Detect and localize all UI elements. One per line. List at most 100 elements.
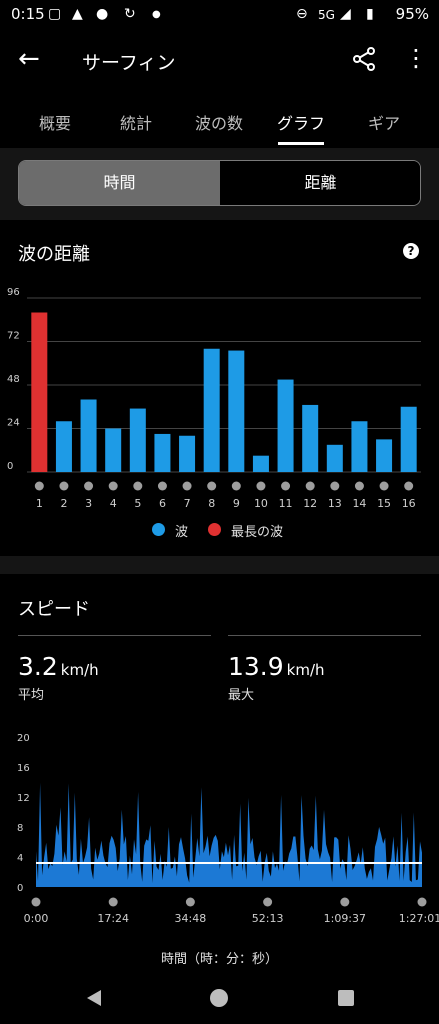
wave-xtick-label: 4 — [110, 497, 117, 510]
wave-distance-chart: 0244872961 2 3 4 5 6 7 8 9 10 11 12 13 14 15 16 — [7, 287, 421, 510]
battery-percent: 95% — [395, 5, 429, 23]
speed-ytick-label: 4 — [17, 853, 23, 864]
gallery-icon: ▢ — [48, 6, 62, 22]
share-icon[interactable] — [351, 46, 377, 76]
speed-ytick-label: 20 — [17, 733, 30, 744]
wave-bar — [203, 348, 220, 472]
speed-chart: 0 4 8 12 16 20 0:00 17:24 34:48 52:13 1:09:37 1:27:… — [17, 733, 439, 925]
segment-distance-button[interactable]: 距離 — [220, 161, 420, 205]
wave-bar — [351, 421, 368, 472]
status-time: 0:15 — [11, 5, 45, 23]
wave-xtick-label: 3 — [85, 497, 92, 510]
avg-speed-label: 平均 — [18, 688, 45, 703]
wave-bar — [326, 444, 343, 472]
legend-longest-label: 最長の波 — [231, 525, 284, 540]
speed-ytick-label: 8 — [17, 823, 23, 834]
wave-bar — [277, 379, 294, 472]
wave-bar — [55, 421, 72, 472]
wave-x-dot — [34, 481, 44, 491]
speed-ytick-label: 16 — [17, 763, 30, 774]
speed-xtick-label: 52:13 — [252, 912, 284, 925]
wave-x-dot — [354, 481, 364, 491]
wave-bar — [80, 399, 97, 472]
tab-overview[interactable]: 概要 — [39, 110, 71, 134]
wave-bar — [400, 406, 417, 472]
speed-xtick-label: 17:24 — [97, 912, 129, 925]
speed-x-dot — [263, 897, 273, 907]
speed-x-dot — [31, 897, 41, 907]
system-nav-bar — [0, 970, 439, 1024]
avg-speed-number: 3.2 — [18, 652, 58, 681]
wave-ytick-label: 24 — [7, 418, 20, 429]
speed-ytick-label: 0 — [17, 883, 23, 894]
wave-bar — [31, 312, 48, 472]
signal-icon: ◢ — [340, 6, 351, 22]
speed-x-dot — [417, 897, 427, 907]
segment-time-button[interactable]: 時間 — [19, 161, 220, 205]
wave-xtick-label: 1 — [36, 497, 43, 510]
wave-xtick-label: 6 — [159, 497, 166, 510]
status-bar: 0:15 ▢ ▲ ● ↻ ● ⊖ 5G ◢ ▮ 95% — [0, 0, 439, 30]
wave-ytick-label: 48 — [7, 374, 20, 385]
wave-bar — [129, 408, 146, 472]
wave-x-dot — [207, 481, 217, 491]
wave-xtick-label: 13 — [328, 497, 342, 510]
back-arrow-icon[interactable]: ← — [18, 44, 40, 74]
wave-xtick-label: 2 — [60, 497, 67, 510]
speed-ytick-label: 12 — [17, 793, 30, 804]
wave-xtick-label: 5 — [134, 497, 141, 510]
line-app-icon: ● — [96, 6, 109, 22]
wave-xtick-label: 9 — [233, 497, 240, 510]
wave-bar — [252, 455, 269, 472]
speed-area-series — [36, 782, 422, 887]
sync-icon: ↻ — [124, 6, 136, 22]
nav-recents-icon[interactable] — [337, 989, 355, 1007]
segmented-control: 時間 距離 — [18, 160, 421, 206]
wave-x-dot — [157, 481, 167, 491]
network-label: 5G — [318, 8, 335, 22]
wave-bar — [154, 433, 171, 472]
section-divider — [0, 556, 439, 574]
segment-panel: 時間 距離 — [0, 148, 439, 220]
page-title: サーフィン — [82, 52, 176, 74]
wave-chart-title: 波の距離 — [18, 244, 90, 265]
wave-x-dot — [281, 481, 291, 491]
help-icon[interactable]: ? — [403, 243, 419, 259]
wave-x-dot — [256, 481, 266, 491]
wave-xtick-label: 8 — [208, 497, 215, 510]
battery-icon: ▮ — [366, 6, 374, 22]
notification-dot-icon: ● — [152, 9, 161, 20]
nav-back-icon[interactable] — [84, 988, 104, 1008]
speed-xtick-label: 1:27:01 — [399, 912, 439, 925]
speed-axis-title: 時間（時：分：秒） — [160, 952, 278, 967]
tab-wave-count[interactable]: 波の数 — [195, 110, 243, 134]
wave-ytick-label: 72 — [7, 331, 20, 342]
speed-xtick-label: 34:48 — [175, 912, 207, 925]
wave-x-dot — [305, 481, 315, 491]
app-bar: ← サーフィン ⋮ — [0, 40, 439, 82]
wave-xtick-label: 10 — [254, 497, 268, 510]
speed-title: スピード — [18, 599, 90, 620]
more-options-icon[interactable]: ⋮ — [404, 44, 428, 72]
avg-speed-value: 3.2 km/h — [18, 652, 99, 681]
wave-x-dot — [404, 481, 414, 491]
speed-x-dot — [108, 897, 118, 907]
nav-home-icon[interactable] — [209, 988, 229, 1008]
max-speed-unit: km/h — [286, 661, 325, 679]
wave-x-dot — [379, 481, 389, 491]
max-speed-value: 13.9 km/h — [228, 652, 325, 681]
max-speed-number: 13.9 — [228, 652, 284, 681]
legend-wave-label: 波 — [175, 525, 189, 540]
wave-bar — [376, 439, 393, 472]
tab-indicator — [278, 142, 324, 145]
wave-x-dot — [108, 481, 118, 491]
speed-xtick-label: 0:00 — [24, 912, 49, 925]
wave-bar — [228, 350, 245, 472]
wave-x-dot — [330, 481, 340, 491]
speed-x-dot — [185, 897, 195, 907]
wave-x-dot — [182, 481, 192, 491]
dnd-icon: ⊖ — [296, 6, 308, 22]
tab-stats[interactable]: 統計 — [120, 110, 152, 134]
tab-gear[interactable]: ギア — [368, 110, 400, 134]
tab-graph[interactable]: グラフ — [277, 110, 325, 134]
